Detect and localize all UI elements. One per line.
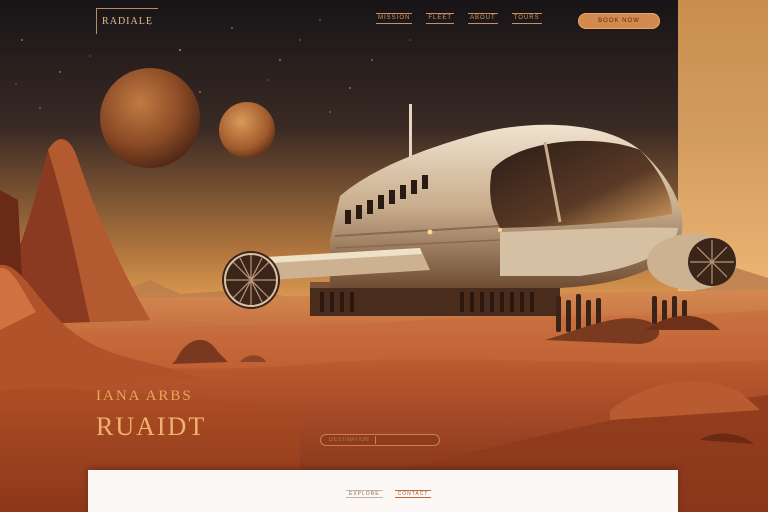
main-navigation: MISSION FLEET ABOUT TOURS (376, 13, 542, 24)
planet-small-icon (219, 102, 275, 158)
landing-page: RADIALE MISSION FLEET ABOUT TOURS BOOK N… (0, 0, 768, 512)
search-divider (375, 436, 376, 444)
logo[interactable]: RADIALE (96, 8, 158, 34)
antenna-icon (409, 104, 412, 164)
hero-kicker: IANA ARBS (96, 388, 193, 404)
hero-title: RUAIDT (96, 412, 207, 441)
book-now-button[interactable]: BOOK NOW (578, 13, 660, 29)
nav-link-mission[interactable]: MISSION (376, 13, 413, 24)
planet-large-icon (100, 68, 200, 168)
card-links: EXPLORE CONTACT (346, 490, 432, 498)
destination-search (320, 434, 440, 446)
card-link-explore[interactable]: EXPLORE (346, 490, 383, 498)
nav-link-fleet[interactable]: FLEET (426, 13, 455, 24)
content-card: EXPLORE CONTACT (88, 470, 678, 512)
nav-link-about[interactable]: ABOUT (468, 13, 498, 24)
nav-link-tours[interactable]: TOURS (511, 13, 542, 24)
card-link-contact[interactable]: CONTACT (394, 490, 432, 498)
book-now-label: BOOK NOW (598, 18, 640, 24)
logo-text: RADIALE (102, 16, 153, 27)
destination-input[interactable] (327, 435, 381, 445)
